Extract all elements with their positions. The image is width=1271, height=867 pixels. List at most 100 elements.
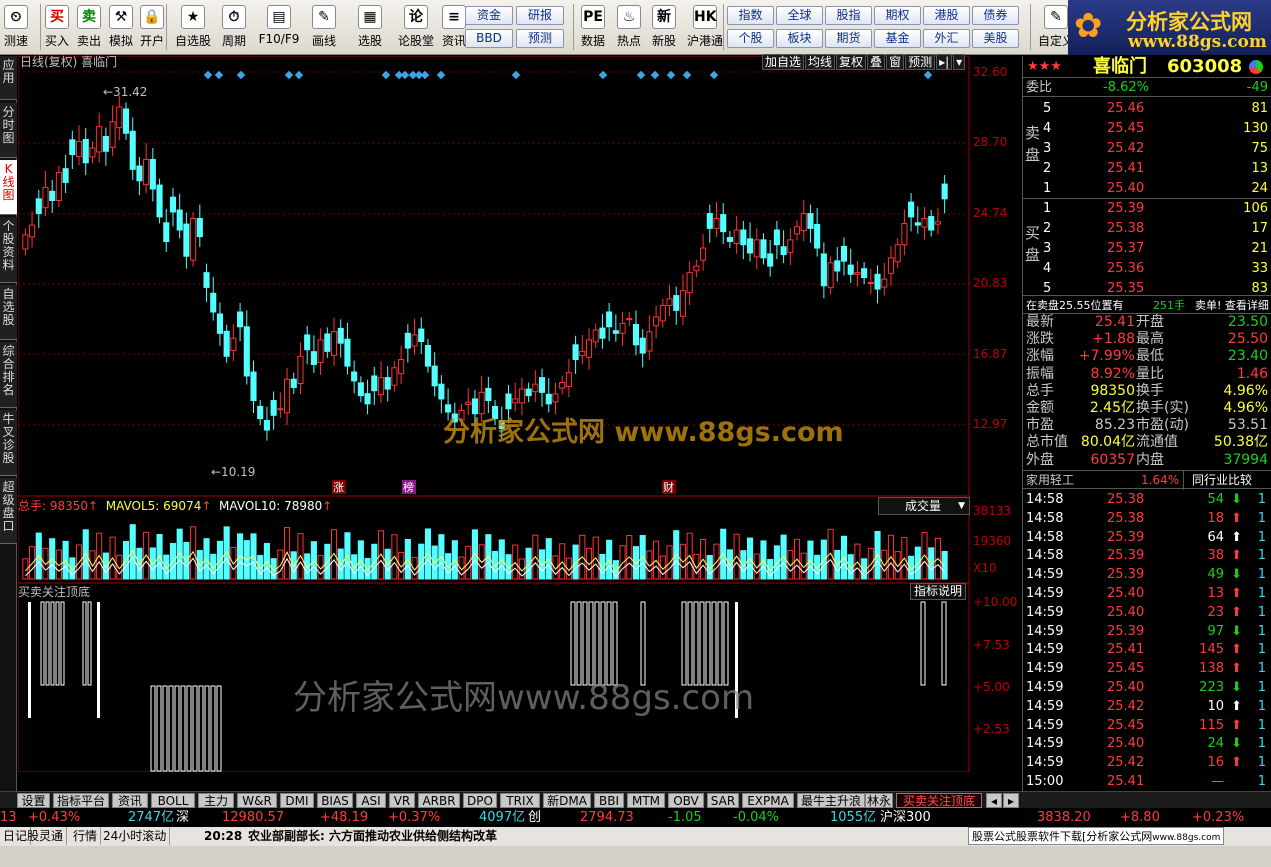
grid-button[interactable]: 股指 xyxy=(825,6,872,25)
chart-option-1[interactable]: 均线 xyxy=(805,54,836,70)
indicator-tab-0[interactable]: 设置 xyxy=(17,793,50,808)
left-tab-7[interactable]: 超级盘口 xyxy=(0,478,17,544)
indicator-tab-12[interactable]: TRIX xyxy=(500,793,540,808)
industry-compare-button[interactable]: 同行业比较 xyxy=(1183,471,1252,490)
grid-button[interactable]: 外汇 xyxy=(923,29,970,48)
event-marker[interactable] xyxy=(650,70,660,80)
pie-icon[interactable] xyxy=(1249,60,1263,74)
toolbar-button-1[interactable]: 买买入 xyxy=(41,3,73,53)
indicator-tab-10[interactable]: ARBR xyxy=(418,793,460,808)
indicator-tab-15[interactable]: MTM xyxy=(627,793,665,808)
left-tab-1[interactable]: 分时图 xyxy=(0,103,17,158)
toolbar-button-5[interactable]: ★ 自选股 xyxy=(172,3,214,53)
grid-button[interactable]: 债券 xyxy=(972,6,1019,25)
volume-select[interactable]: 成交量 ▼ xyxy=(878,497,970,515)
indicator-tab-20[interactable]: 林永 xyxy=(865,793,893,808)
left-tab-5[interactable]: 综合排名 xyxy=(0,342,17,408)
notice-link[interactable]: 卖单! 查看详细 xyxy=(1195,296,1269,315)
chart-option-4[interactable]: 窗 xyxy=(886,54,905,70)
toolbar-button-0[interactable]: ⏲ 测速 xyxy=(0,3,32,53)
chart-option-3[interactable]: 叠 xyxy=(867,54,886,70)
scroll-left-icon[interactable]: ◂ xyxy=(986,793,1002,808)
indicator-tab-5[interactable]: W&R xyxy=(237,793,277,808)
indicator-tab-18[interactable]: EXPMA xyxy=(742,793,794,808)
grid-button[interactable]: 预测 xyxy=(516,29,564,48)
toolbar-button-9[interactable]: ▦ 选股 xyxy=(354,3,386,53)
buy-level[interactable]: 3 25.37 21 xyxy=(1023,239,1271,258)
grid-button[interactable]: 全球 xyxy=(776,6,823,25)
download-link[interactable]: 股票公式股票软件下载[分析家公式网www.88gs.com xyxy=(968,827,1225,845)
toolbar-button-10[interactable]: 论论股堂 xyxy=(395,3,437,53)
indicator-tab-2[interactable]: 资讯 xyxy=(112,793,148,808)
indicator-tab-13[interactable]: 新DMA xyxy=(543,793,591,808)
left-tab-4[interactable]: 自选股 xyxy=(0,285,17,340)
news-headline[interactable]: 农业部副部长: 六方面推动农业供给侧结构改革 xyxy=(248,827,497,845)
grid-button[interactable]: BBD xyxy=(465,29,513,48)
left-tab-3[interactable]: 个股资料 xyxy=(0,217,17,283)
sell-level[interactable]: 2 25.41 13 xyxy=(1023,159,1271,178)
event-marker[interactable] xyxy=(923,70,933,80)
indicator-tab-6[interactable]: DMI xyxy=(280,793,314,808)
grid-button[interactable]: 港股 xyxy=(923,6,970,25)
grid-button[interactable]: 板块 xyxy=(776,29,823,48)
indicator-tab-3[interactable]: BOLL xyxy=(151,793,195,808)
grid-button[interactable]: 期权 xyxy=(874,6,921,25)
indicator-tab-4[interactable]: 主力 xyxy=(198,793,234,808)
grid-button[interactable]: 研报 xyxy=(516,6,564,25)
indicator-tab-14[interactable]: BBI xyxy=(594,793,624,808)
grid-button[interactable]: 基金 xyxy=(874,29,921,48)
event-marker[interactable] xyxy=(294,70,304,80)
status-item-2[interactable]: 行情 xyxy=(70,827,102,845)
indicator-tab-1[interactable]: 指标平台 xyxy=(53,793,109,808)
indicator-tab-21[interactable]: 买卖关注顶底 xyxy=(896,793,982,808)
status-item-1[interactable]: 股灵通 xyxy=(24,827,68,845)
grid-button[interactable]: 美股 xyxy=(972,29,1019,48)
indicator-tab-17[interactable]: SAR xyxy=(707,793,739,808)
toolbar-button-14[interactable]: 新新股 xyxy=(648,3,680,53)
buy-level[interactable]: 4 25.36 33 xyxy=(1023,259,1271,278)
grid-button[interactable]: 指数 xyxy=(727,6,774,25)
order-notice[interactable]: 在卖盘25.55位置有 251手 卖单! 查看详细 xyxy=(1023,295,1271,314)
toolbar-button-3[interactable]: ⚒ 模拟 xyxy=(105,3,137,53)
buy-level[interactable]: 1 25.39 106 xyxy=(1023,199,1271,218)
grid-button[interactable]: 期货 xyxy=(825,29,872,48)
toolbar-button-7[interactable]: ▤ F10/F9 xyxy=(258,3,300,53)
event-marker[interactable] xyxy=(214,70,224,80)
chart-option-5[interactable]: 预测 xyxy=(905,54,936,70)
event-marker[interactable] xyxy=(598,70,608,80)
sell-level[interactable]: 4 25.45 130 xyxy=(1023,119,1271,138)
arrow-right-icon[interactable]: ▸| xyxy=(936,54,953,70)
indicator-tab-9[interactable]: VR xyxy=(389,793,415,808)
sell-level[interactable]: 5 25.46 81 xyxy=(1023,99,1271,118)
toolbar-button-15[interactable]: HK 沪港通 xyxy=(684,3,726,53)
buy-level[interactable]: 2 25.38 17 xyxy=(1023,219,1271,238)
sell-level[interactable]: 1 25.40 24 xyxy=(1023,179,1271,198)
scroll-right-icon[interactable]: ▸ xyxy=(1003,793,1019,808)
indicator-tab-19[interactable]: 最牛主升浪 xyxy=(797,793,865,808)
menu-down-icon[interactable]: ▾ xyxy=(953,54,966,70)
left-tab-6[interactable]: 牛叉诊股 xyxy=(0,410,17,476)
chart-option-0[interactable]: 加自选 xyxy=(762,54,805,70)
event-marker[interactable] xyxy=(420,70,430,80)
toolbar-button-12[interactable]: PE 数据 xyxy=(577,3,609,53)
toolbar-button-6[interactable]: ⏱ 周期 xyxy=(218,3,250,53)
indicator-tab-8[interactable]: ASI xyxy=(356,793,386,808)
chart-option-2[interactable]: 复权 xyxy=(836,54,867,70)
left-tab-2[interactable]: K线图 xyxy=(0,160,17,215)
event-marker[interactable] xyxy=(284,70,294,80)
grid-button[interactable]: 个股 xyxy=(727,29,774,48)
indicator-tab-7[interactable]: BIAS xyxy=(317,793,353,808)
status-item-3[interactable]: 24小时滚动 xyxy=(100,827,171,845)
indicator-help-button[interactable]: 指标说明 xyxy=(910,583,966,600)
kline-chart-area[interactable]: ←31.42←10.19涨榜财0506070809101112 日线(复权) 喜… xyxy=(18,54,970,772)
event-marker[interactable] xyxy=(709,70,719,80)
toolbar-button-4[interactable]: 🔒 开户 xyxy=(136,3,168,53)
toolbar-button-13[interactable]: ♨ 热点 xyxy=(613,3,645,53)
left-tab-0[interactable]: 应用 xyxy=(0,56,17,100)
toolbar-button-8[interactable]: ✎ 画线 xyxy=(308,3,340,53)
indicator-tab-16[interactable]: OBV xyxy=(668,793,704,808)
toolbar-button-2[interactable]: 卖卖出 xyxy=(73,3,105,53)
grid-button[interactable]: 资金 xyxy=(465,6,513,25)
indicator-tab-11[interactable]: DPO xyxy=(463,793,497,808)
industry-row[interactable]: 家用轻工 1.64% 同行业比较 xyxy=(1023,470,1271,490)
